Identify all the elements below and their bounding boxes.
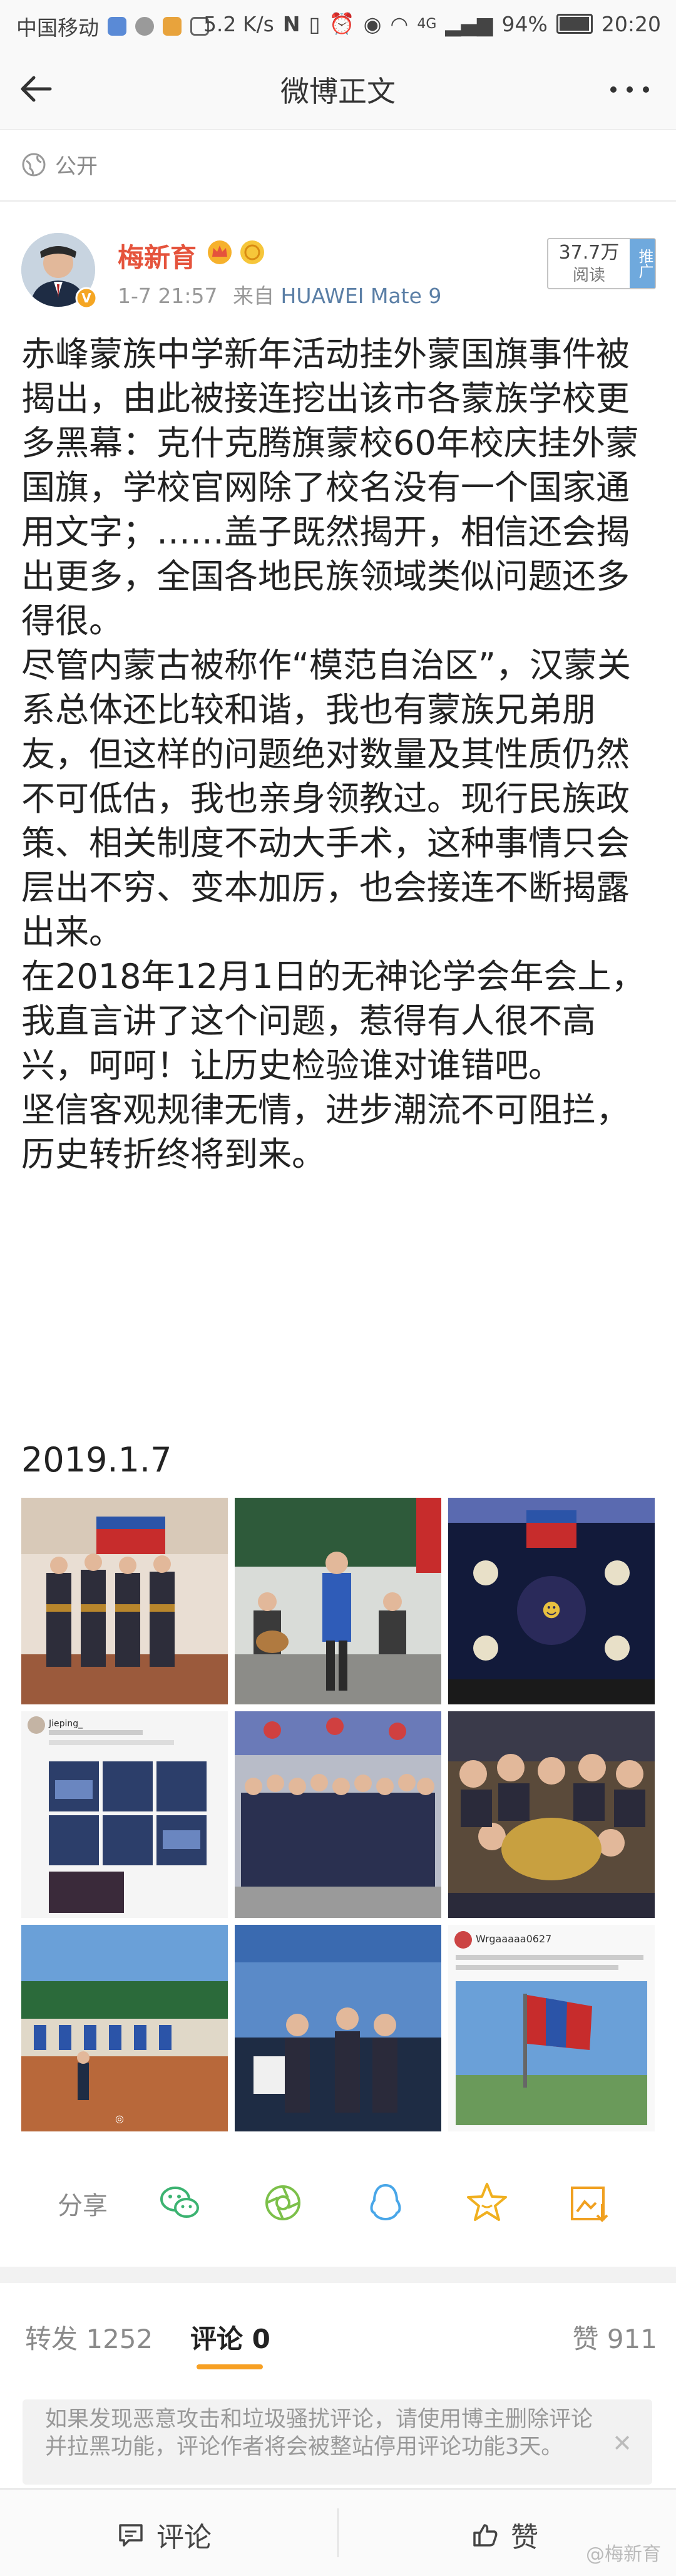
post-paragraph: 在2018年12月1日的无神论学会年会上，我直言讲了这个问题，惹得有人很不高兴，…	[21, 957, 645, 1085]
close-icon[interactable]: ✕	[612, 2429, 632, 2457]
comment-notice: 如果发现恶意攻击和垃圾骚扰评论，请使用博主删除评论并拉黑功能，评论作者将会被整站…	[23, 2399, 652, 2485]
svg-text:◎: ◎	[115, 2113, 124, 2125]
carrier-label: 中国移动	[16, 16, 99, 40]
post-image-1[interactable]	[21, 1498, 228, 1704]
battery-percent: 94%	[501, 11, 548, 36]
svg-text:☻: ☻	[541, 1600, 561, 1622]
post-image-8[interactable]	[235, 1925, 441, 2131]
globe-icon	[22, 153, 46, 176]
tab-repost[interactable]: 转发 1252	[25, 2318, 153, 2356]
post-meta: 1-7 21:57 来自 HUAWEI Mate 9	[118, 279, 441, 309]
favorite-star-icon[interactable]	[463, 2179, 511, 2227]
alarm-icon: ⏰	[329, 11, 355, 36]
wechat-icon[interactable]	[156, 2179, 204, 2227]
clock: 20:20	[601, 11, 661, 36]
post-image-5[interactable]	[235, 1711, 441, 1918]
wifi-icon: ◠	[390, 11, 409, 36]
comment-label: 评论	[156, 2522, 212, 2553]
post-body: 赤峰蒙族中学新年活动挂外蒙国旗事件被揭出，由此被接连挖出该市各蒙族学校更多黑幕：…	[21, 332, 660, 1177]
active-tab-indicator	[197, 2364, 263, 2369]
image-caption-user: Jieping_	[48, 1719, 83, 1729]
vibrate-icon: ▯	[309, 11, 320, 36]
post-time: 1-7 21:57	[118, 284, 218, 308]
app-notification-icon	[108, 17, 126, 36]
post-date-line: 2019.1.7	[21, 1440, 172, 1480]
status-bar: 中国移动 5.2 K/s N ▯ ⏰ ◉ ◠ 4G ▂▄▆ 94% 20:20	[0, 0, 676, 49]
share-label: 分享	[58, 2192, 108, 2220]
post-image-7[interactable]: ◎	[21, 1925, 228, 2131]
fan-medal-icon	[240, 240, 264, 264]
divider	[337, 2508, 339, 2557]
qq-icon[interactable]	[362, 2179, 409, 2227]
comment-icon	[119, 2524, 143, 2547]
device-source-link[interactable]: HUAWEI Mate 9	[281, 284, 442, 308]
thumbs-up-icon	[473, 2524, 498, 2547]
save-image-icon[interactable]	[566, 2179, 613, 2227]
notice-text: 如果发现恶意攻击和垃圾骚扰评论，请使用博主删除评论并拉黑功能，评论作者将会被整站…	[45, 2407, 593, 2460]
eye-icon: ◉	[363, 11, 382, 36]
source-prefix: 来自	[233, 284, 274, 308]
nav-bar: 微博正文	[0, 49, 676, 130]
battery-icon	[556, 14, 593, 34]
visibility-label: 公开	[55, 154, 98, 179]
nfc-icon: N	[282, 11, 300, 36]
post-image-2[interactable]	[235, 1498, 441, 1704]
post-image-9[interactable]: Wrgaaaaa0627	[448, 1925, 655, 2131]
signal-bars-icon: ▂▄▆	[445, 11, 493, 36]
svg-text:V: V	[81, 291, 91, 306]
read-label: 阅读	[572, 266, 605, 285]
network-speed: 5.2 K/s	[203, 11, 274, 36]
promote-button[interactable]: 推广	[630, 239, 655, 288]
read-count: 37.7万	[558, 242, 620, 264]
comment-button[interactable]: 评论	[116, 2515, 212, 2555]
post-image-6[interactable]	[448, 1711, 655, 1918]
weibo-notification-icon	[163, 17, 182, 36]
signal-icon: 4G	[417, 16, 437, 32]
moments-icon[interactable]	[259, 2179, 307, 2227]
bottom-toolbar: 评论 赞 @梅新育	[0, 2488, 676, 2576]
post-paragraph: 尽管内蒙古被称作“模范自治区”，汉蒙关系总体还比较和谐，我也有蒙族兄弟朋友，但这…	[21, 646, 631, 952]
image-caption-user: Wrgaaaaa0627	[476, 1933, 551, 1945]
section-divider	[0, 2267, 676, 2283]
author-name[interactable]: 梅新育	[118, 237, 197, 275]
post-paragraph: 赤峰蒙族中学新年活动挂外蒙国旗事件被揭出，由此被接连挖出该市各蒙族学校更多黑幕：…	[21, 334, 639, 641]
watermark: @梅新育	[586, 2543, 661, 2565]
like-label: 赞	[511, 2522, 538, 2553]
read-count-box[interactable]: 37.7万 阅读 推广	[547, 238, 656, 289]
page-title: 微博正文	[280, 75, 396, 108]
music-notification-icon	[135, 17, 154, 36]
post-image-3[interactable]: ☻	[448, 1498, 655, 1704]
divider	[0, 200, 676, 202]
verified-badge-icon: V	[75, 287, 98, 309]
like-button[interactable]: 赞	[471, 2515, 538, 2555]
post-image-4[interactable]: Jieping_	[21, 1711, 228, 1918]
share-action-row: 分享	[0, 2166, 676, 2235]
vip-crown-icon	[208, 240, 232, 264]
more-menu-icon[interactable]	[605, 74, 655, 105]
post-paragraph: 坚信客观规律无情，进步潮流不可阻拦，历史转折终将到来。	[21, 1090, 630, 1174]
visibility-row: 公开	[21, 149, 98, 180]
tab-comment[interactable]: 评论 0	[190, 2318, 270, 2356]
tab-like[interactable]: 赞 911	[572, 2318, 657, 2356]
